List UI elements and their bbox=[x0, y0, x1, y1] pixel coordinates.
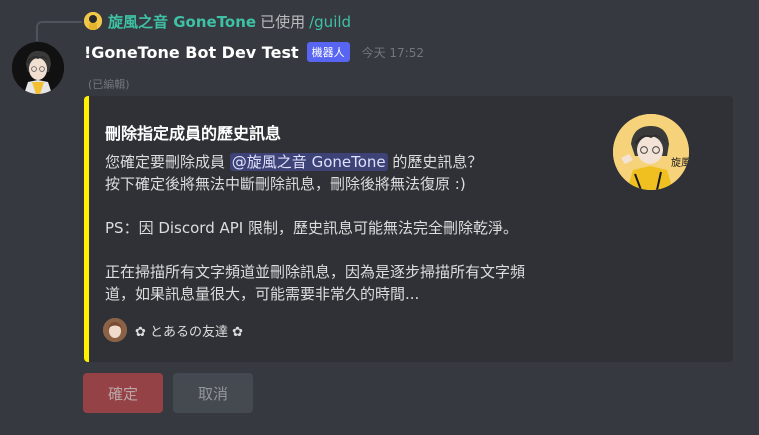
reply-username[interactable]: 旋風之音 GoneTone bbox=[108, 13, 256, 31]
desc-line-5: 道，如果訊息量很大，可能需要非常久的時間... bbox=[105, 285, 420, 303]
cancel-button[interactable]: 取消 bbox=[173, 373, 253, 413]
bot-avatar-art bbox=[12, 42, 64, 94]
timestamp[interactable]: 今天 17:52 bbox=[362, 44, 424, 61]
desc-line-2: 按下確定後將無法中斷刪除訊息，刪除後將無法復原 :) bbox=[105, 175, 466, 193]
footer-text: ✿ とあるの友達 ✿ bbox=[135, 324, 244, 340]
reply-line: 旋風之音 GoneTone 已使用/guild bbox=[108, 11, 351, 32]
username[interactable]: !GoneTone Bot Dev Test bbox=[84, 43, 299, 62]
user-mention[interactable]: @旋風之音 GoneTone bbox=[229, 153, 388, 171]
footer-avatar-icon bbox=[103, 318, 127, 342]
desc-blank-1 bbox=[105, 195, 585, 217]
embed-card: 刪除指定成員的歷史訊息 您確定要刪除成員 @旋風之音 GoneTone 的歷史訊… bbox=[84, 96, 733, 362]
thumbnail-label: 旋風 bbox=[671, 156, 689, 169]
desc-line-3: PS：因 Discord API 限制，歷史訊息可能無法完全刪除乾淨。 bbox=[105, 219, 518, 237]
embed-thumbnail[interactable]: 旋風 bbox=[613, 114, 689, 190]
reply-avatar-art bbox=[84, 12, 102, 30]
message-header: !GoneTone Bot Dev Test 機器人 今天 17:52 bbox=[84, 42, 424, 62]
edited-indicator: (已編輯) bbox=[88, 78, 130, 91]
footer-avatar-art bbox=[103, 318, 127, 342]
desc-line1-prefix: 您確定要刪除成員 bbox=[105, 153, 226, 171]
embed-footer: ✿ とあるの友達 ✿ bbox=[103, 318, 243, 342]
embed-description: 您確定要刪除成員 @旋風之音 GoneTone 的歷史訊息？ 按下確定後將無法中… bbox=[105, 151, 585, 305]
bot-avatar[interactable] bbox=[12, 42, 64, 94]
reply-spine bbox=[36, 21, 82, 41]
reply-verb: 已使用 bbox=[260, 13, 306, 31]
reply-avatar[interactable] bbox=[84, 12, 102, 30]
bot-tag: 機器人 bbox=[306, 42, 350, 62]
desc-line-1: 您確定要刪除成員 @旋風之音 GoneTone 的歷史訊息？ bbox=[105, 151, 585, 173]
desc-blank-2 bbox=[105, 239, 585, 261]
desc-line1-suffix: 的歷史訊息？ bbox=[392, 153, 483, 171]
confirm-button[interactable]: 確定 bbox=[83, 373, 163, 413]
reply-command[interactable]: /guild bbox=[309, 13, 351, 31]
embed-title: 刪除指定成員的歷史訊息 bbox=[105, 124, 282, 143]
thumbnail-art: 旋風 bbox=[613, 114, 689, 190]
desc-line-4: 正在掃描所有文字頻道並刪除訊息，因為是逐步掃描所有文字頻 bbox=[105, 263, 526, 281]
